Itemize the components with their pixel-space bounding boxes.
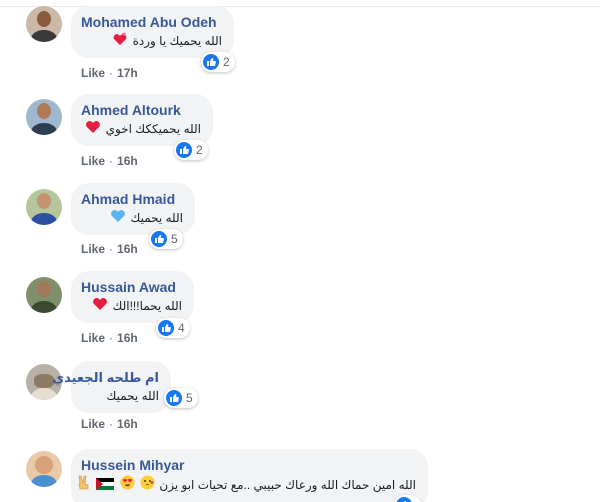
like-thumb-icon	[158, 320, 174, 336]
comment-text: الله يحميك	[81, 386, 160, 406]
like-button[interactable]: Like	[81, 331, 105, 345]
victory-hand-icon	[78, 475, 91, 497]
reaction-count-badge[interactable]: 4	[156, 318, 190, 338]
avatar[interactable]	[26, 6, 62, 42]
comment-bubble: Hussein Mihyar الله امين حماك الله ورعاك…	[71, 449, 428, 502]
comment-author[interactable]: Hussein Mihyar	[81, 457, 416, 474]
heart-eyes-face-icon	[120, 475, 135, 497]
red-heart-icon	[85, 120, 101, 140]
like-button[interactable]: Like	[81, 242, 105, 256]
comment-actions: Like · 16h	[81, 417, 138, 431]
reaction-count-badge[interactable]: 2	[201, 52, 235, 72]
comment-bubble: Hussain Awad الله يحما!!!الك	[71, 271, 194, 323]
like-thumb-icon	[176, 142, 192, 158]
avatar[interactable]	[26, 99, 62, 135]
like-thumb-icon	[203, 54, 219, 70]
like-button[interactable]: Like	[81, 417, 105, 431]
comment-body: الله يحميك يا وردة	[132, 34, 222, 48]
comments-section: Mohamed Abu Odeh الله يحميك يا وردة 2 Li…	[0, 0, 600, 502]
comment-actions: Like · 16h	[81, 242, 138, 256]
separator-dot: ·	[109, 331, 114, 345]
avatar[interactable]	[26, 189, 62, 225]
comment-text: الله يحميك يا وردة	[81, 31, 222, 52]
comment-timestamp[interactable]: 16h	[117, 331, 138, 345]
reaction-count-badge[interactable]: 5	[164, 388, 198, 408]
blue-heart-icon	[110, 209, 126, 229]
comment-actions: Like · 17h	[81, 66, 138, 80]
comment-text: الله امين حماك الله ورعاك حبيبي ..مع تحي…	[78, 474, 416, 497]
reaction-count-badge[interactable]: 2	[174, 140, 208, 160]
revolving-hearts-icon	[112, 32, 128, 52]
like-thumb-icon	[396, 497, 412, 502]
comment-bubble: Ahmed Altourk الله يحميككك اخوي	[71, 94, 213, 146]
comment-body: الله يحميككك اخوي	[105, 122, 201, 136]
comment-bubble: Ahmad Hmaid الله يحميك	[71, 183, 195, 235]
comment-body: الله يحميك	[106, 389, 160, 403]
reaction-count: 4	[178, 321, 185, 335]
comment-author[interactable]: ام طلحه الجعيدي	[52, 369, 159, 386]
separator-dot: ·	[109, 66, 114, 80]
comment-text: الله يحميككك اخوي	[81, 119, 201, 140]
comment-actions: Like · 16h	[81, 154, 138, 168]
separator-dot: ·	[109, 154, 114, 168]
comment-author[interactable]: Hussain Awad	[81, 279, 182, 296]
avatar[interactable]	[26, 451, 62, 487]
reaction-count-badge[interactable]: 5	[149, 229, 183, 249]
comment-timestamp[interactable]: 16h	[117, 242, 138, 256]
avatar[interactable]	[26, 277, 62, 313]
comment-actions: Like · 16h	[81, 331, 138, 345]
comment-author[interactable]: Ahmed Altourk	[81, 102, 201, 119]
comment-body: الله يحما!!!الك	[112, 299, 182, 313]
comment-author[interactable]: Ahmad Hmaid	[81, 191, 183, 208]
like-thumb-icon	[166, 390, 182, 406]
comment-timestamp[interactable]: 16h	[117, 154, 138, 168]
reaction-count: 5	[186, 391, 193, 405]
like-button[interactable]: Like	[81, 66, 105, 80]
separator-dot: ·	[109, 417, 114, 431]
reaction-count: 2	[196, 143, 203, 157]
comment-timestamp[interactable]: 16h	[117, 417, 138, 431]
reaction-count: 5	[171, 232, 178, 246]
comment-author[interactable]: Mohamed Abu Odeh	[81, 14, 222, 31]
comment-text: الله يحما!!!الك	[81, 296, 182, 317]
like-button[interactable]: Like	[81, 154, 105, 168]
comment-body: الله امين حماك الله ورعاك حبيبي ..مع تحي…	[159, 478, 416, 492]
reaction-count-badge[interactable]	[394, 495, 421, 502]
comment-bubble: ام طلحه الجعيدي الله يحميك	[52, 361, 171, 413]
palestine-flag-icon	[96, 475, 115, 497]
reaction-count: 2	[223, 55, 230, 69]
comment-text: الله يحميك	[81, 208, 183, 229]
comment-bubble: Mohamed Abu Odeh الله يحميك يا وردة	[71, 6, 234, 58]
kissing-heart-face-icon	[140, 475, 155, 497]
comment-body: الله يحميك	[130, 211, 184, 225]
separator-dot: ·	[109, 242, 114, 256]
comment-timestamp[interactable]: 17h	[117, 66, 138, 80]
like-thumb-icon	[151, 231, 167, 247]
red-heart-icon	[92, 297, 108, 317]
